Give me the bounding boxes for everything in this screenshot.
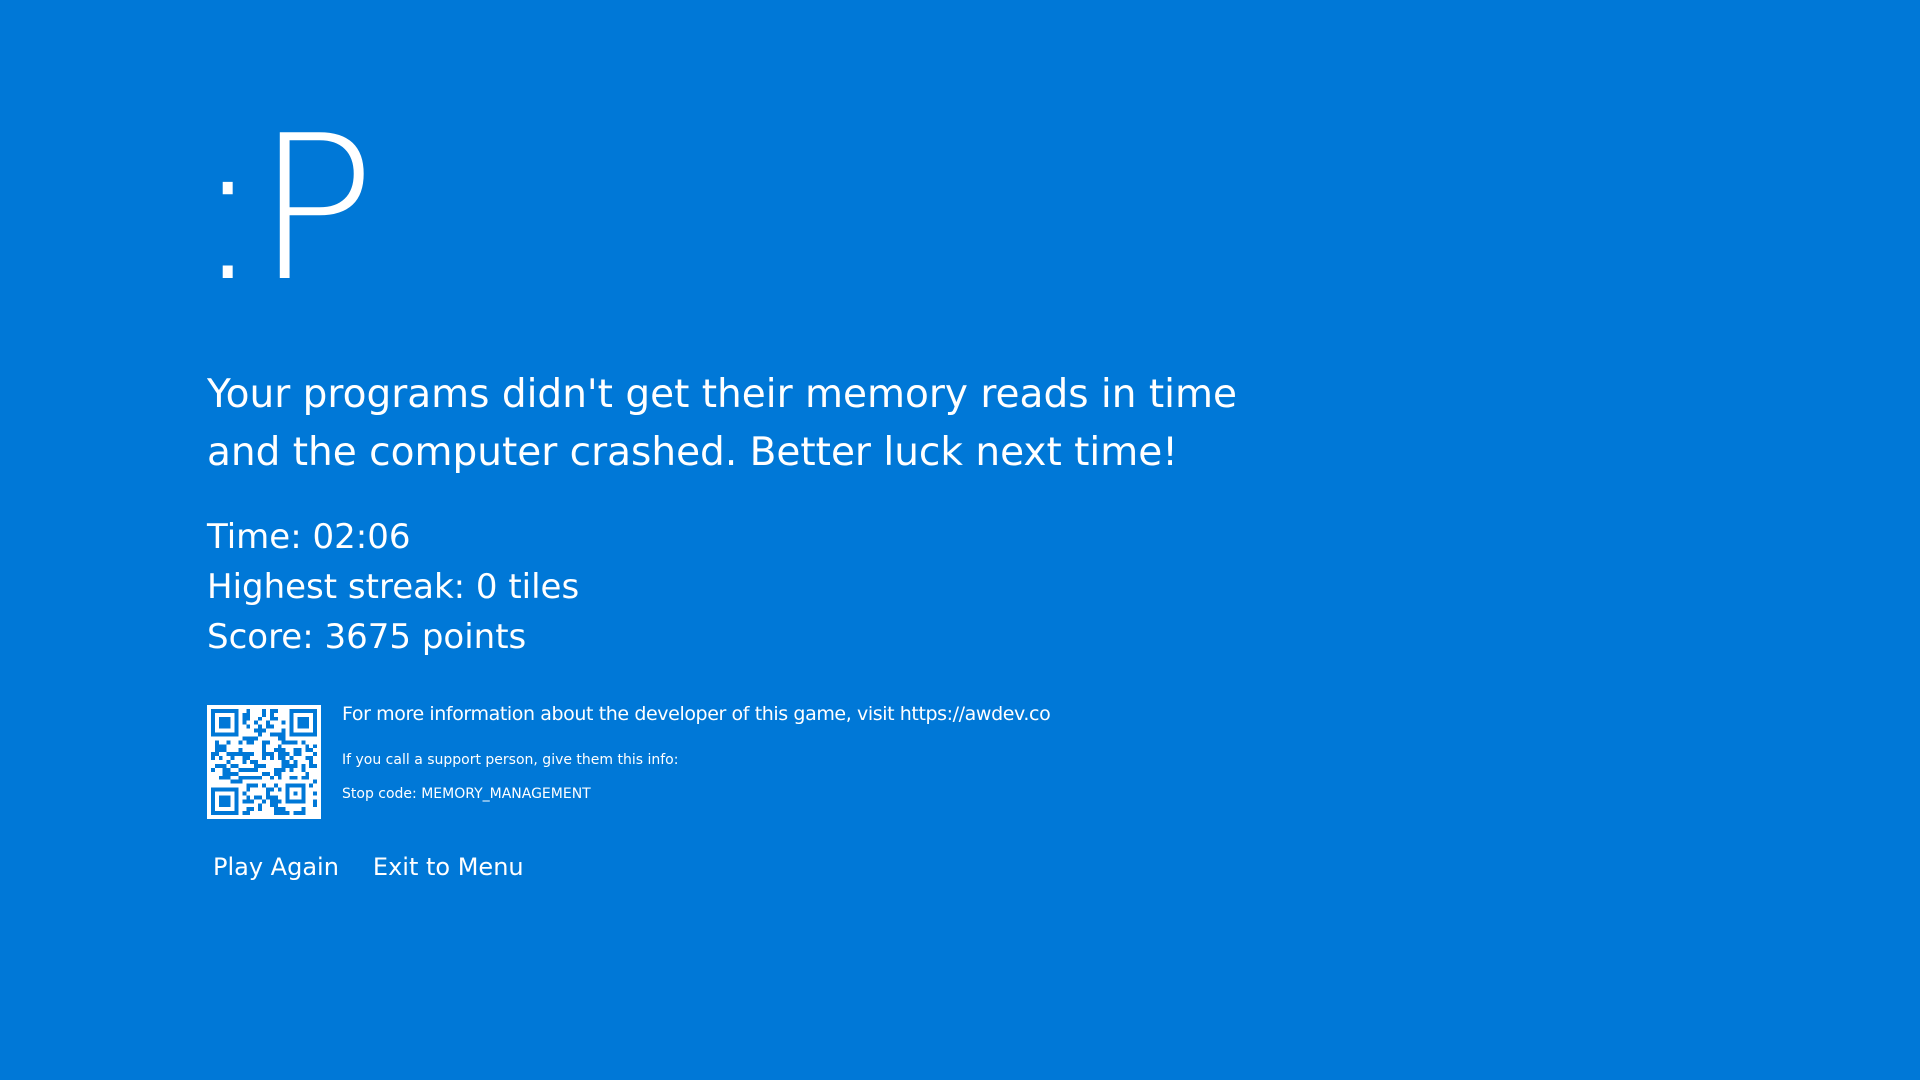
exit-to-menu-button[interactable]: Exit to Menu xyxy=(367,848,530,886)
qr-code-graphic xyxy=(207,705,321,819)
stop-code: Stop code: MEMORY_MANAGEMENT xyxy=(342,786,591,802)
play-again-button[interactable]: Play Again xyxy=(207,848,345,886)
score-stat: Score: 3675 points xyxy=(207,617,527,657)
action-bar: Play Again Exit to Menu xyxy=(207,848,552,886)
crash-message: Your programs didn't get their memory re… xyxy=(207,372,1237,475)
support-info: If you call a support person, give them … xyxy=(342,752,679,768)
game-stats: Time: 02:06 Highest streak: 0 tiles Scor… xyxy=(207,512,579,662)
crash-screen: :P Your programs didn't get their memory… xyxy=(0,0,1920,1080)
developer-info: For more information about the developer… xyxy=(342,703,1051,725)
streak-stat: Highest streak: 0 tiles xyxy=(207,567,580,607)
info-block: For more information about the developer… xyxy=(342,700,1242,804)
qr-code-icon xyxy=(207,705,321,819)
time-stat: Time: 02:06 xyxy=(207,517,411,557)
sad-face-emoticon: :P xyxy=(194,93,376,326)
